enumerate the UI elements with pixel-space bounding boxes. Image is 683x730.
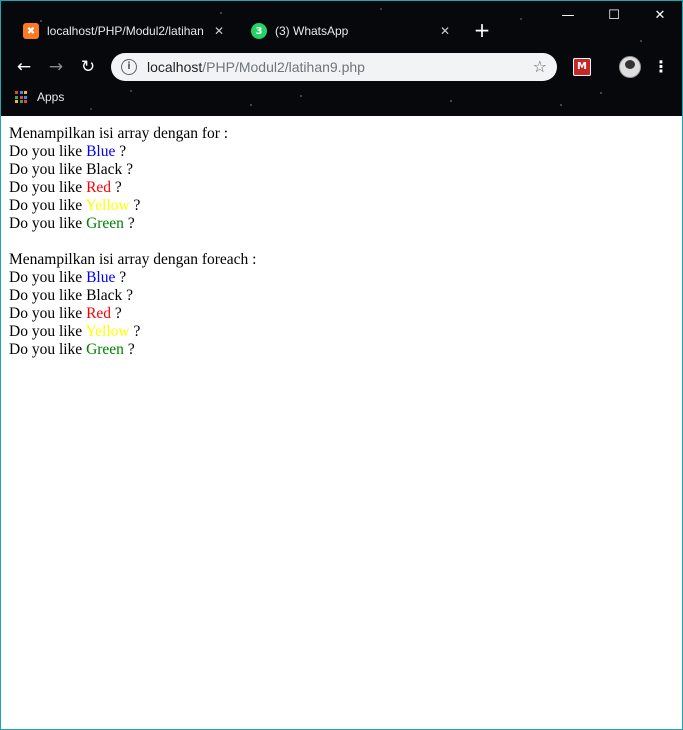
url-host: localhost (147, 59, 203, 75)
color-name: Red (86, 179, 112, 196)
color-question-line: Do you like Red ? (9, 305, 256, 323)
apps-bookmark[interactable]: Apps (37, 90, 64, 104)
close-tab-icon[interactable]: ✕ (437, 24, 453, 38)
color-name: Black (86, 161, 123, 178)
browser-chrome: ✖ localhost/PHP/Modul2/latihan ✕ 3 (3) W… (1, 1, 682, 116)
question-prefix: Do you like (9, 269, 87, 286)
question-suffix: ? (129, 197, 141, 214)
url-path: /PHP/Modul2/latihan9.php (202, 59, 365, 75)
color-name: Yellow (85, 323, 130, 340)
color-question-line: Do you like Blue ? (9, 143, 256, 161)
question-suffix: ? (115, 143, 127, 160)
new-tab-icon[interactable]: + (473, 20, 491, 40)
tab-latihan9[interactable]: ✖ localhost/PHP/Modul2/latihan ✕ (11, 15, 233, 47)
tab-whatsapp[interactable]: 3 (3) WhatsApp ✕ (239, 15, 459, 47)
color-question-line: Do you like Yellow ? (9, 197, 256, 215)
question-prefix: Do you like (9, 161, 87, 178)
question-suffix: ? (111, 305, 122, 322)
question-prefix: Do you like (9, 215, 87, 232)
menu-kebab-icon[interactable]: ⋮ (653, 56, 669, 78)
address-bar[interactable]: i localhost/PHP/Modul2/latihan9.php ☆ (111, 53, 557, 81)
for-heading: Menampilkan isi array dengan for : (9, 125, 229, 142)
color-name: Blue (86, 143, 116, 160)
question-suffix: ? (111, 179, 122, 196)
color-question-line: Do you like Black ? (9, 287, 256, 305)
question-prefix: Do you like (9, 305, 87, 322)
color-name: Black (86, 287, 123, 304)
xampp-icon: ✖ (23, 23, 39, 39)
color-name: Blue (86, 269, 116, 286)
for-list: Do you like Blue ? Do you like Black ? Do … (9, 143, 256, 233)
foreach-heading: Menampilkan isi array dengan foreach : (9, 251, 257, 268)
info-icon[interactable]: i (121, 59, 137, 75)
close-tab-icon[interactable]: ✕ (211, 24, 227, 38)
question-suffix: ? (122, 161, 133, 178)
question-prefix: Do you like (9, 323, 86, 340)
color-name: Yellow (85, 197, 130, 214)
close-window-icon[interactable]: ✕ (645, 7, 675, 25)
question-suffix: ? (122, 287, 133, 304)
back-icon[interactable]: ← (13, 56, 35, 78)
question-suffix: ? (129, 323, 141, 340)
color-question-line: Do you like Green ? (9, 341, 256, 359)
question-prefix: Do you like (9, 287, 87, 304)
question-suffix: ? (123, 215, 135, 232)
color-question-line: Do you like Green ? (9, 215, 256, 233)
apps-grid-icon (15, 91, 27, 103)
color-name: Green (86, 215, 124, 232)
bookmark-star-icon[interactable]: ☆ (533, 57, 547, 76)
maximize-icon[interactable]: ☐ (599, 7, 629, 25)
question-suffix: ? (123, 341, 135, 358)
question-prefix: Do you like (9, 143, 87, 160)
minimize-icon[interactable]: — (553, 7, 583, 25)
color-question-line: Do you like Black ? (9, 161, 256, 179)
tab-title: localhost/PHP/Modul2/latihan (47, 24, 204, 38)
question-prefix: Do you like (9, 197, 86, 214)
color-question-line: Do you like Blue ? (9, 269, 256, 287)
color-name: Red (86, 305, 112, 322)
whatsapp-icon: 3 (251, 23, 267, 39)
profile-avatar[interactable] (619, 56, 641, 78)
question-suffix: ? (115, 269, 127, 286)
color-question-line: Do you like Yellow ? (9, 323, 256, 341)
forward-icon[interactable]: → (45, 56, 67, 78)
color-name: Green (86, 341, 124, 358)
foreach-list: Do you like Blue ? Do you like Black ? Do … (9, 269, 256, 359)
question-prefix: Do you like (9, 341, 87, 358)
page-content: Menampilkan isi array dengan for : Do yo… (9, 125, 256, 359)
bookmarks-bar: Apps (15, 90, 64, 104)
reload-icon[interactable]: ↻ (77, 56, 99, 78)
color-question-line: Do you like Red ? (9, 179, 256, 197)
browser-window: ✖ localhost/PHP/Modul2/latihan ✕ 3 (3) W… (0, 0, 683, 730)
extension-icon[interactable]: M (573, 58, 591, 76)
question-prefix: Do you like (9, 179, 87, 196)
tab-title: (3) WhatsApp (275, 24, 349, 38)
